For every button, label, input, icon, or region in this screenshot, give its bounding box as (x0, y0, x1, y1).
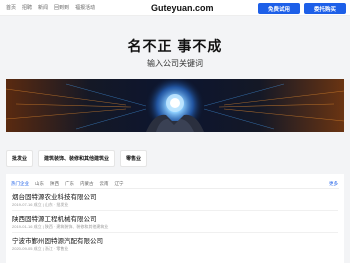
category-wholesale[interactable]: 批发业 (6, 150, 34, 167)
site-logo[interactable]: Guteyuan.com (151, 2, 214, 14)
more-link[interactable]: 更多 (329, 180, 338, 188)
nav-news[interactable]: 新闻 (38, 4, 48, 12)
list-item[interactable]: 烟台固特源农业科技有限公司 2019-07-16 成立 | 山东 · 批发业 (12, 193, 338, 211)
hero-subtitle: 输入公司关键词 (147, 59, 203, 68)
company-name[interactable]: 烟台固特源农业科技有限公司 (12, 193, 338, 202)
hero-banner-image (6, 79, 344, 132)
item-divider (12, 210, 338, 211)
free-trial-button[interactable]: 免费试用 (258, 3, 300, 14)
nav-jobs[interactable]: 招聘 (22, 4, 32, 12)
nav-item-4[interactable]: 回到到 (54, 4, 69, 12)
tabs-divider (11, 188, 339, 189)
category-chips: 批发业 建筑装饰、装修和其他建筑业 零售业 (6, 150, 148, 167)
company-meta: 2019-01-16 成立 | 陕西 · 建筑装饰、装修和其他建筑业 (12, 224, 109, 229)
top-bar: 首页 招聘 新闻 回到到 福报活动 Guteyuan.com 免费试用 委托购买 (0, 0, 350, 16)
company-list-panel: 热门企业 山东 陕西 广东 内蒙古 云南 辽宁 更多 烟台固特源农业科技有限公司… (6, 174, 344, 263)
nav-home[interactable]: 首页 (6, 4, 16, 12)
category-construction[interactable]: 建筑装饰、装修和其他建筑业 (38, 150, 116, 167)
nav-events[interactable]: 福报活动 (75, 4, 95, 12)
commission-buy-button[interactable]: 委托购买 (304, 3, 346, 14)
company-meta: 2020-09-05 成立 | 浙江 · 零售业 (12, 246, 69, 251)
category-retail[interactable]: 零售业 (120, 150, 148, 167)
banner-illustration (6, 79, 344, 132)
company-meta: 2019-07-16 成立 | 山东 · 批发业 (12, 202, 69, 207)
list-item[interactable]: 陕西固特源工程机械有限公司 2019-01-16 成立 | 陕西 · 建筑装饰、… (12, 215, 338, 233)
list-item[interactable]: 宁波市鄞州固特源汽配有限公司 2020-09-05 成立 | 浙江 · 零售业 (12, 237, 338, 252)
top-nav: 首页 招聘 新闻 回到到 福报活动 (6, 4, 95, 12)
item-divider (12, 232, 338, 233)
hero-slogan: 名不正 事不成 (127, 38, 223, 54)
company-name[interactable]: 陕西固特源工程机械有限公司 (12, 215, 338, 224)
company-name[interactable]: 宁波市鄞州固特源汽配有限公司 (12, 237, 338, 246)
